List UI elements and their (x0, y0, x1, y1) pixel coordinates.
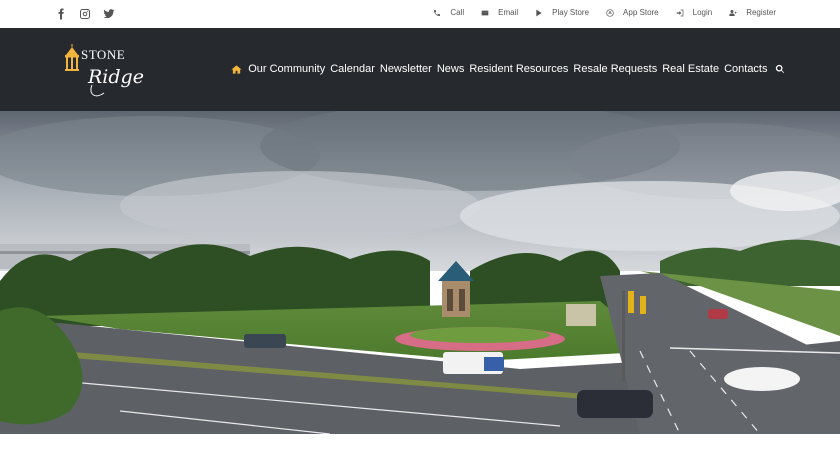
instagram-icon[interactable] (79, 7, 91, 21)
nav-real-estate[interactable]: Real Estate (662, 63, 719, 75)
twitter-icon[interactable] (103, 7, 115, 21)
nav-resident-resources[interactable]: Resident Resources (469, 63, 568, 75)
main-nav: Our Community Calendar Newsletter News R… (231, 63, 785, 75)
app-store-link[interactable]: App Store (606, 8, 659, 17)
home-icon[interactable] (231, 64, 242, 75)
user-plus-icon (729, 9, 737, 16)
app-store-icon (606, 8, 614, 17)
login-label: Login (692, 8, 713, 17)
logo-stone-text: STONE (81, 47, 125, 62)
register-label: Register (746, 8, 776, 17)
register-link[interactable]: Register (729, 8, 776, 17)
page-bottom (0, 434, 840, 472)
hero-image (0, 111, 840, 434)
logo-ridge-text: Ridge (87, 66, 144, 88)
call-link[interactable]: Call (433, 8, 464, 17)
facebook-icon[interactable] (55, 7, 67, 21)
call-label: Call (450, 8, 465, 17)
top-utility-bar: Call Email Play Store App Store Login Re… (0, 0, 840, 28)
nav-calendar[interactable]: Calendar (330, 63, 375, 75)
play-store-icon (536, 9, 542, 16)
nav-our-community[interactable]: Our Community (248, 63, 325, 75)
nav-contacts[interactable]: Contacts (724, 63, 767, 75)
main-header: STONE Ridge Our Community Calendar Newsl… (0, 28, 840, 111)
social-links (55, 7, 115, 21)
email-label: Email (498, 8, 519, 17)
phone-icon (434, 9, 441, 16)
nav-news[interactable]: News (437, 63, 465, 75)
play-store-label: Play Store (552, 8, 590, 17)
email-link[interactable]: Email (481, 8, 518, 17)
app-store-label: App Store (623, 8, 659, 17)
envelope-icon (481, 10, 489, 15)
sign-in-icon (676, 9, 683, 16)
login-link[interactable]: Login (676, 8, 713, 17)
site-logo[interactable]: STONE Ridge (64, 43, 144, 101)
nav-newsletter[interactable]: Newsletter (380, 63, 432, 75)
nav-resale-requests[interactable]: Resale Requests (573, 63, 657, 75)
search-icon[interactable] (775, 64, 785, 74)
gazebo-logo-icon (65, 44, 79, 71)
utility-links: Call Email Play Store App Store Login Re… (416, 8, 776, 17)
play-store-link[interactable]: Play Store (535, 8, 589, 17)
